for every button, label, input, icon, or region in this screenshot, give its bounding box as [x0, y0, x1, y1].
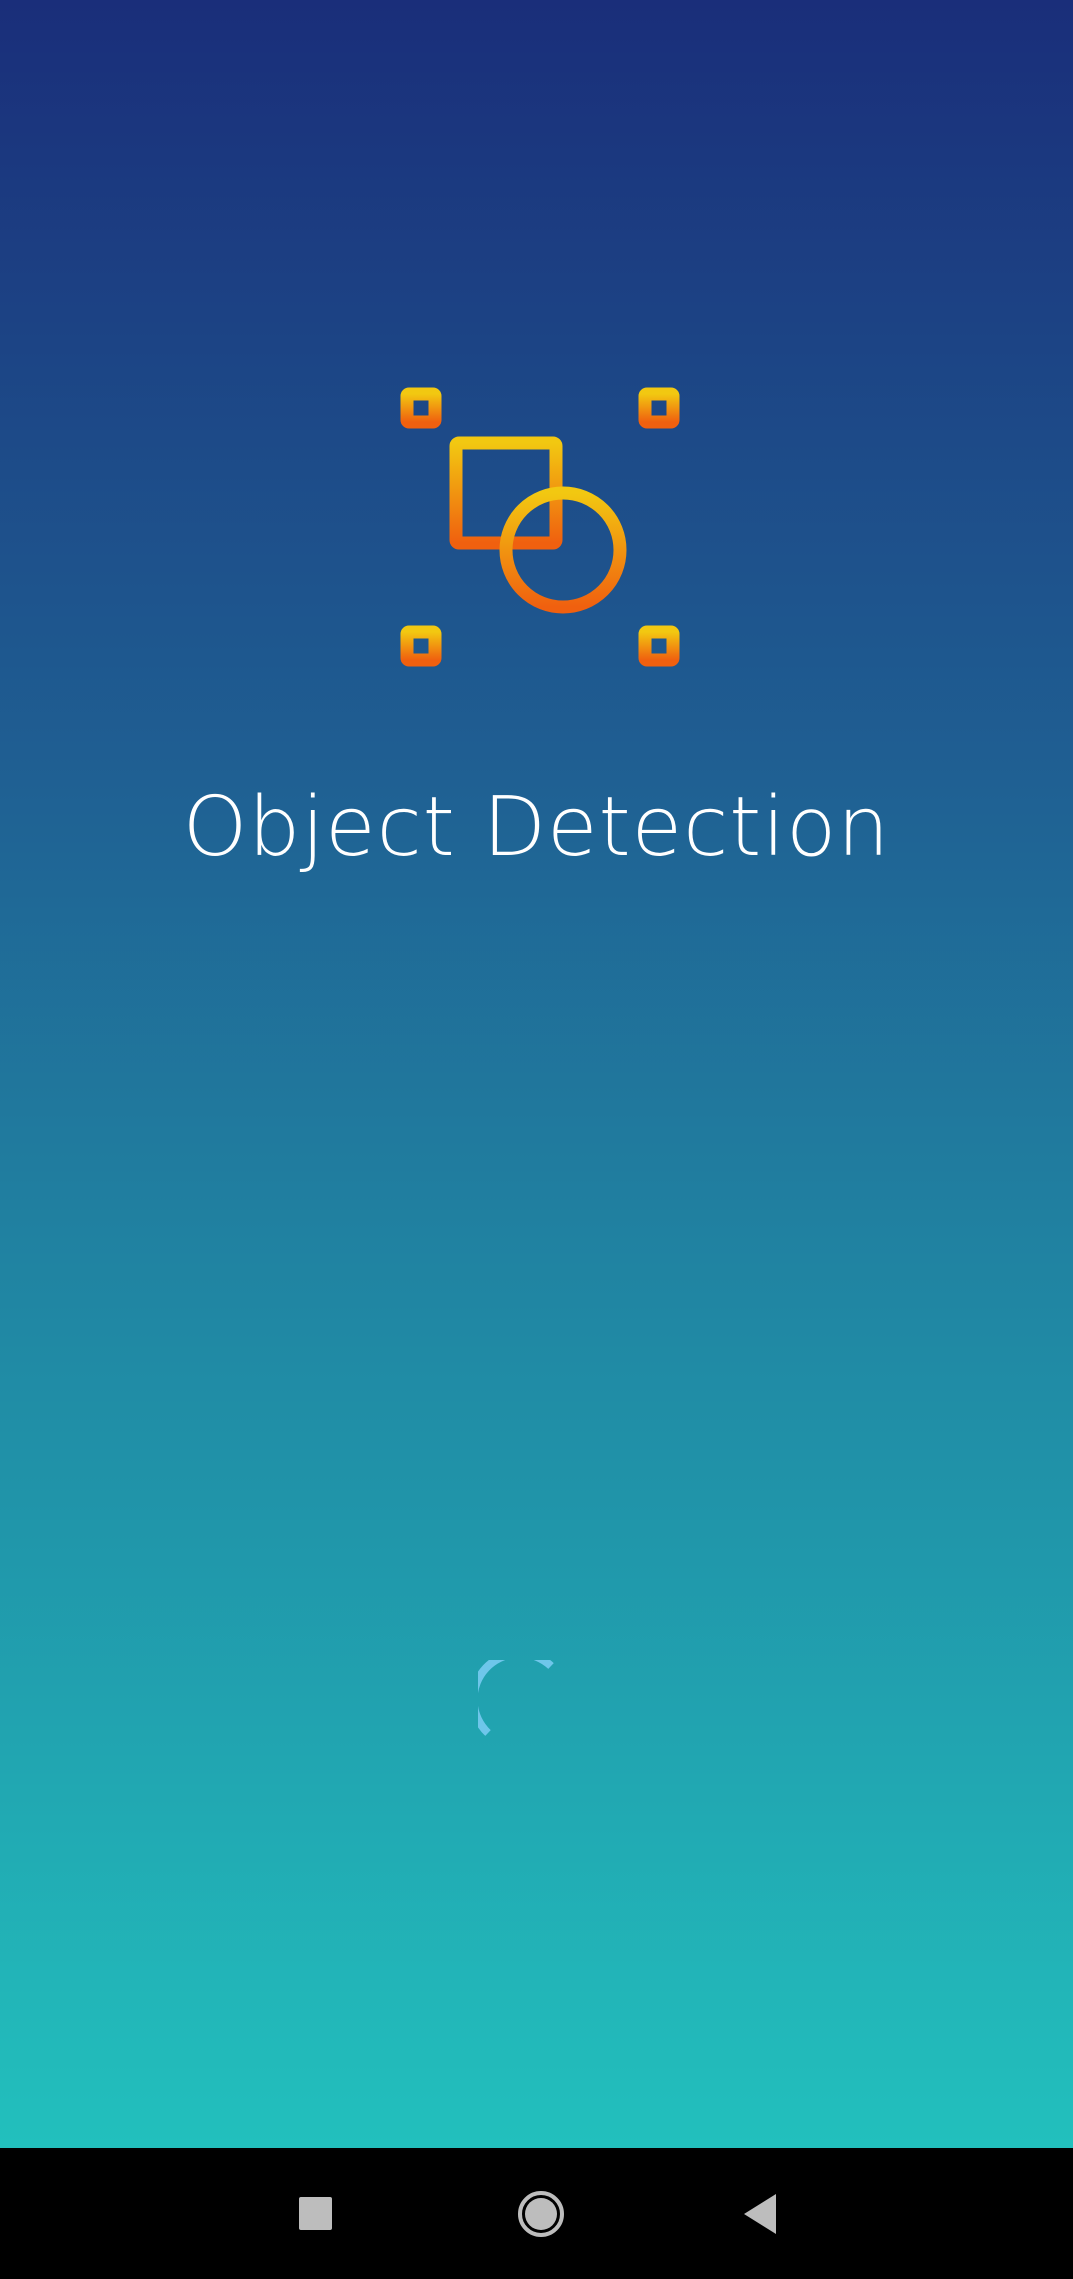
home-button[interactable]	[475, 2148, 606, 2279]
home-circle-icon	[517, 2190, 564, 2237]
system-navigation-bar	[0, 2148, 1073, 2279]
recents-button[interactable]	[250, 2148, 381, 2279]
app-title: Object Detection	[182, 780, 891, 875]
object-detection-icon	[398, 385, 682, 669]
loading-spinner	[478, 1660, 558, 1740]
home-dot	[524, 2197, 557, 2230]
back-triangle-icon	[743, 2193, 776, 2234]
recents-square-icon	[299, 2197, 332, 2230]
splash-screen: Object Detection	[0, 0, 1073, 2148]
back-button[interactable]	[694, 2148, 825, 2279]
